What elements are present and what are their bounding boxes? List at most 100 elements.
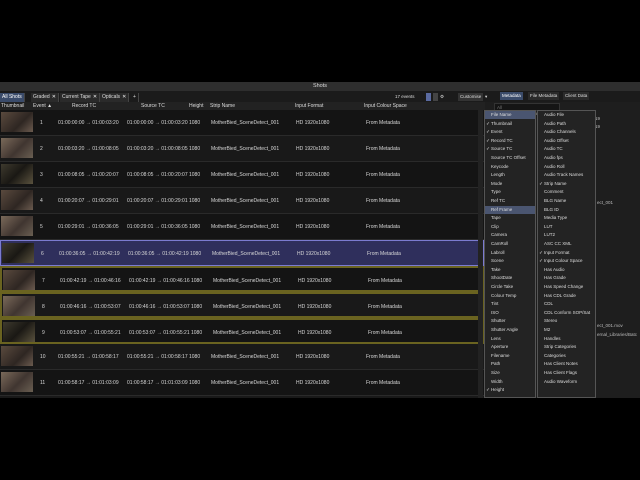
column-menu-item[interactable]: ISO (485, 309, 535, 317)
column-menu-item[interactable]: ✓Thumbnail (485, 120, 535, 128)
table-row[interactable]: 7 01:00:42:19 → 01:00:46:16 01:00:42:19 → … (0, 266, 484, 292)
column-menu-item[interactable]: CDL Conform SOP/Sat (538, 309, 595, 317)
table-row[interactable]: 2 01:00:03:20 → 01:00:08:05 01:00:03:20 → … (0, 136, 484, 162)
column-menu-item[interactable]: Ref Frame (485, 205, 535, 214)
column-menu-item[interactable]: BLG Name (538, 197, 595, 205)
column-menu-item[interactable]: Has Audio (538, 266, 595, 274)
column-menu-item[interactable]: Has Grade (538, 274, 595, 282)
column-header-height[interactable]: Height (189, 102, 203, 110)
gear-icon[interactable]: ⚙ (440, 93, 444, 101)
column-header-event[interactable]: Event ▲ (33, 102, 52, 110)
column-menu-item[interactable]: Audio Offset (538, 137, 595, 145)
column-menu-item[interactable]: Path (485, 360, 535, 368)
table-row[interactable]: 6 01:00:36:05 → 01:00:42:19 01:00:36:05 → … (0, 240, 484, 266)
column-menu-item[interactable]: Keycode (485, 163, 535, 171)
column-menu-item[interactable]: BLG ID (538, 206, 595, 214)
column-menu-item[interactable]: Circle Take (485, 283, 535, 291)
column-header-source-tc[interactable]: Source TC (141, 102, 165, 110)
tab-all-shots[interactable]: All Shots (0, 93, 25, 102)
column-menu-item[interactable]: Comment (538, 188, 595, 196)
column-menu-item[interactable]: Has Client Notes (538, 360, 595, 368)
tab-metadata[interactable]: Metadata (500, 92, 523, 100)
add-tab-button[interactable]: + (131, 93, 139, 102)
column-menu-item[interactable]: Shutter (485, 317, 535, 325)
column-menu-item[interactable]: ✓Record TC (485, 137, 535, 145)
tab-graded[interactable]: Graded ✕ (31, 93, 59, 102)
table-row[interactable]: 8 01:00:46:16 → 01:00:53:07 01:00:46:16 → … (0, 292, 484, 318)
column-menu-item[interactable]: Handles (538, 335, 595, 343)
column-menu-item[interactable]: Clip (485, 223, 535, 231)
column-menu-item[interactable]: ✓Input Colour Space (538, 257, 595, 265)
column-menu-item[interactable]: Audio Path (538, 120, 595, 128)
column-menu-item[interactable]: Filename (485, 352, 535, 360)
table-row[interactable]: 5 01:00:29:01 → 01:00:36:05 01:00:29:01 → … (0, 214, 484, 240)
tab-opticals[interactable]: Opticals ✕ (100, 93, 130, 102)
table-row[interactable]: 1201:01:03:09 → 01:01:07:1701:01:03:09 →… (0, 396, 484, 398)
column-menu-item[interactable]: Has Client Flags (538, 369, 595, 377)
column-menu-item[interactable]: Scene (485, 257, 535, 265)
column-menu-item[interactable]: Source TC Offset (485, 154, 535, 162)
column-menu-item[interactable]: ✓Input Format (538, 249, 595, 257)
column-menu-item[interactable]: Has Speed Change (538, 283, 595, 291)
close-icon[interactable]: ✕ (122, 94, 126, 100)
column-menu-item[interactable]: Length (485, 171, 535, 179)
column-menu-item[interactable]: ✓Event (485, 128, 535, 136)
close-icon[interactable]: ✕ (52, 94, 56, 100)
column-menu-item[interactable]: LUT2 (538, 231, 595, 239)
column-menu-item[interactable]: Size (485, 369, 535, 377)
column-menu-item[interactable]: Audio Channels (538, 128, 595, 136)
chevron-down-icon[interactable]: ▾ (485, 93, 487, 101)
column-menu-item[interactable]: ASC CC XML (538, 240, 595, 248)
column-menu-item[interactable]: LUT (538, 223, 595, 231)
grid-view-icon[interactable] (433, 93, 438, 101)
table-row[interactable]: 4 01:00:20:07 → 01:00:29:01 01:00:20:07 → … (0, 188, 484, 214)
customise-button[interactable]: Customise (458, 93, 484, 101)
column-menu-item[interactable]: CamRoll (485, 240, 535, 248)
column-menu-item[interactable]: Take (485, 266, 535, 274)
tab-client-data[interactable]: Client Data (563, 92, 590, 100)
column-menu-item[interactable]: Ref TC (485, 197, 535, 205)
table-scrollbar[interactable] (478, 110, 483, 398)
column-menu-item[interactable]: Strip Categories (538, 343, 595, 351)
column-menu-item[interactable]: Type (485, 188, 535, 196)
column-menu-item[interactable]: Audio fps (538, 154, 595, 162)
column-menu-item[interactable]: Audio Waveform (538, 378, 595, 386)
column-menu-item[interactable]: Tape (485, 214, 535, 222)
column-menu-item[interactable]: Audio TC (538, 145, 595, 153)
column-menu-item[interactable]: Categories (538, 352, 595, 360)
table-row[interactable]: 9 01:00:53:07 → 01:00:55:21 01:00:53:07 → … (0, 318, 484, 344)
column-menu-item[interactable]: Mode (485, 180, 535, 188)
column-menu-item[interactable]: M2 (538, 326, 595, 334)
column-menu-item[interactable]: Audio File (538, 111, 595, 119)
list-view-icon[interactable] (426, 93, 431, 101)
column-menu-item[interactable]: Has CDL Grade (538, 292, 595, 300)
column-menu-item[interactable]: Colour Temp (485, 292, 535, 300)
column-menu-item[interactable]: Labroll (485, 249, 535, 257)
column-menu-item[interactable]: Audio Track Names (538, 171, 595, 179)
column-menu-item[interactable]: Width (485, 378, 535, 386)
column-menu-item[interactable]: File Name (485, 111, 535, 119)
table-row[interactable]: 11 01:00:58:17 → 01:01:03:09 01:00:58:17 →… (0, 370, 484, 396)
column-header-thumbnail[interactable]: Thumbnail (1, 102, 24, 110)
column-menu-item[interactable]: Shutter Angle (485, 326, 535, 334)
column-menu-item[interactable]: ✓Height (485, 386, 535, 394)
column-menu-item[interactable]: ShootDate (485, 274, 535, 282)
table-row[interactable]: 1 01:00:00:00 → 01:00:03:20 01:00:00:00 → … (0, 110, 484, 136)
table-row[interactable]: 3 01:00:08:05 → 01:00:20:07 01:00:08:05 → … (0, 162, 484, 188)
column-header-input-format[interactable]: Input Format (295, 102, 323, 110)
close-icon[interactable]: ✕ (93, 94, 97, 100)
column-menu-item[interactable]: Media Type (538, 214, 595, 222)
column-menu-item[interactable]: CDL (538, 300, 595, 308)
column-menu-item[interactable]: ✓Strip Name (538, 180, 595, 188)
column-menu-item[interactable]: ✓Source TC (485, 145, 535, 153)
column-header-record-tc[interactable]: Record TC (72, 102, 96, 110)
column-header-input-colour-space[interactable]: Input Colour Space (364, 102, 407, 110)
column-menu-item[interactable]: Lens (485, 335, 535, 343)
column-header-strip-name[interactable]: Strip Name (210, 102, 235, 110)
table-row[interactable]: 10 01:00:55:21 → 01:00:58:17 01:00:55:21 →… (0, 344, 484, 370)
column-menu-item[interactable]: Camera (485, 231, 535, 239)
column-menu-item[interactable]: Stereo (538, 317, 595, 325)
column-menu-item[interactable]: Audio Roll (538, 163, 595, 171)
tab-file-metadata[interactable]: File Metadata (528, 92, 560, 100)
tab-current-tape[interactable]: Current Tape ✕ (60, 93, 101, 102)
